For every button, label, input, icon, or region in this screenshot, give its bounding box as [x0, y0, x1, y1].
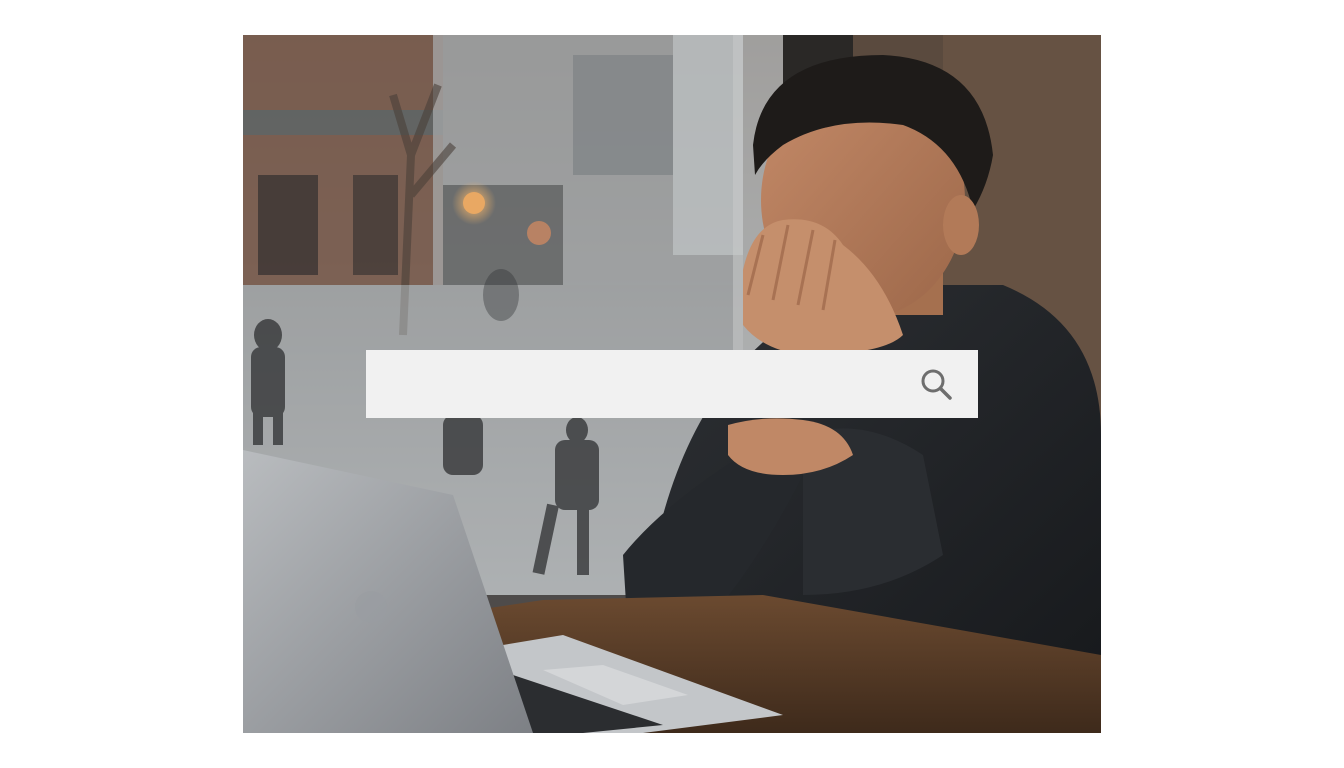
page — [0, 0, 1344, 768]
search-bar — [366, 350, 978, 418]
search-input[interactable] — [366, 350, 908, 418]
search-button[interactable] — [908, 356, 964, 412]
search-icon — [921, 369, 952, 400]
